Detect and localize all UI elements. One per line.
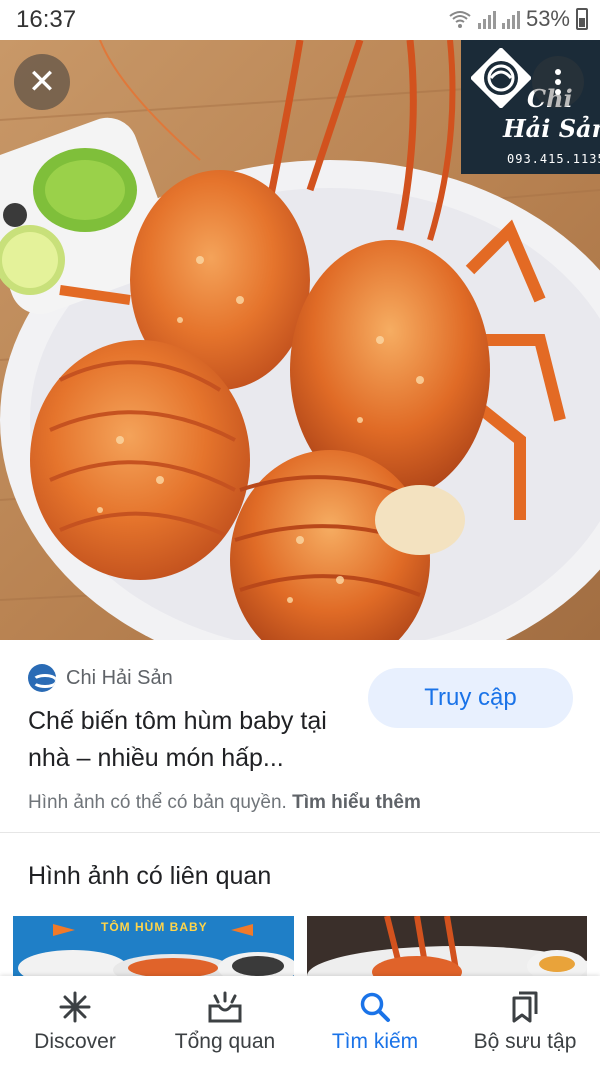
collections-icon [508,990,542,1024]
close-button[interactable]: ✕ [14,54,70,110]
nav-label: Discover [34,1030,116,1053]
status-icons: 53% [448,6,588,32]
search-icon [358,990,392,1024]
status-bar: 16:37 53% [0,0,600,40]
status-time: 16:37 [16,6,77,33]
wifi-icon [449,11,471,28]
site-favicon-icon [28,664,56,692]
watermark-logo: Chi Hải Sản 093.415.1135 [461,40,600,174]
signal-icon [501,9,520,29]
copyright-text: Hình ảnh có thể có bản quyền. [28,792,287,813]
bottom-navigation: Discover Tổng quan Tìm kiếm Bộ sưu tập [0,976,600,1067]
nav-label: Tìm kiếm [331,1030,419,1053]
thumbnail-image [307,916,587,976]
battery-percent: 53% [525,6,570,31]
nav-discover[interactable]: Discover [0,976,150,1067]
nav-label: Tổng quan [174,1030,276,1053]
more-vert-icon-dot [555,69,561,75]
more-options-button[interactable] [532,56,584,108]
asterisk-icon [58,990,92,1024]
close-icon: ✕ [27,63,57,101]
more-vert-icon-dot [555,89,561,95]
nav-collections[interactable]: Bộ sưu tập [450,976,600,1067]
source-row[interactable]: Chi Hải Sản [28,664,173,692]
related-thumbnail[interactable]: TÔM HÙM BABY [13,916,294,976]
logo-name-line2: Hải Sản [503,114,600,143]
result-title[interactable]: Chế biến tôm hùm baby tại nhà – nhiều mó… [28,703,358,777]
logo-emblem-icon [471,48,531,108]
copyright-notice: Hình ảnh có thể có bản quyền. Tìm hiểu t… [28,792,421,814]
signal-icon [477,9,496,29]
related-images-heading: Hình ảnh có liên quan [28,862,272,890]
nav-label: Bộ sưu tập [473,1030,577,1053]
related-thumbnail[interactable] [307,916,587,976]
battery-icon [576,8,588,30]
nav-search[interactable]: Tìm kiếm [300,976,450,1067]
learn-more-link[interactable]: Tìm hiểu thêm [292,792,421,813]
visit-button[interactable]: Truy cập [368,668,573,728]
updates-tray-icon [207,990,243,1024]
thumbnail-banner-text: TÔM HÙM BABY [101,920,208,934]
logo-phone: 093.415.1135 [507,152,600,166]
nav-updates[interactable]: Tổng quan [150,976,300,1067]
more-vert-icon-dot [555,79,561,85]
divider [0,832,600,833]
source-name: Chi Hải Sản [66,666,173,689]
